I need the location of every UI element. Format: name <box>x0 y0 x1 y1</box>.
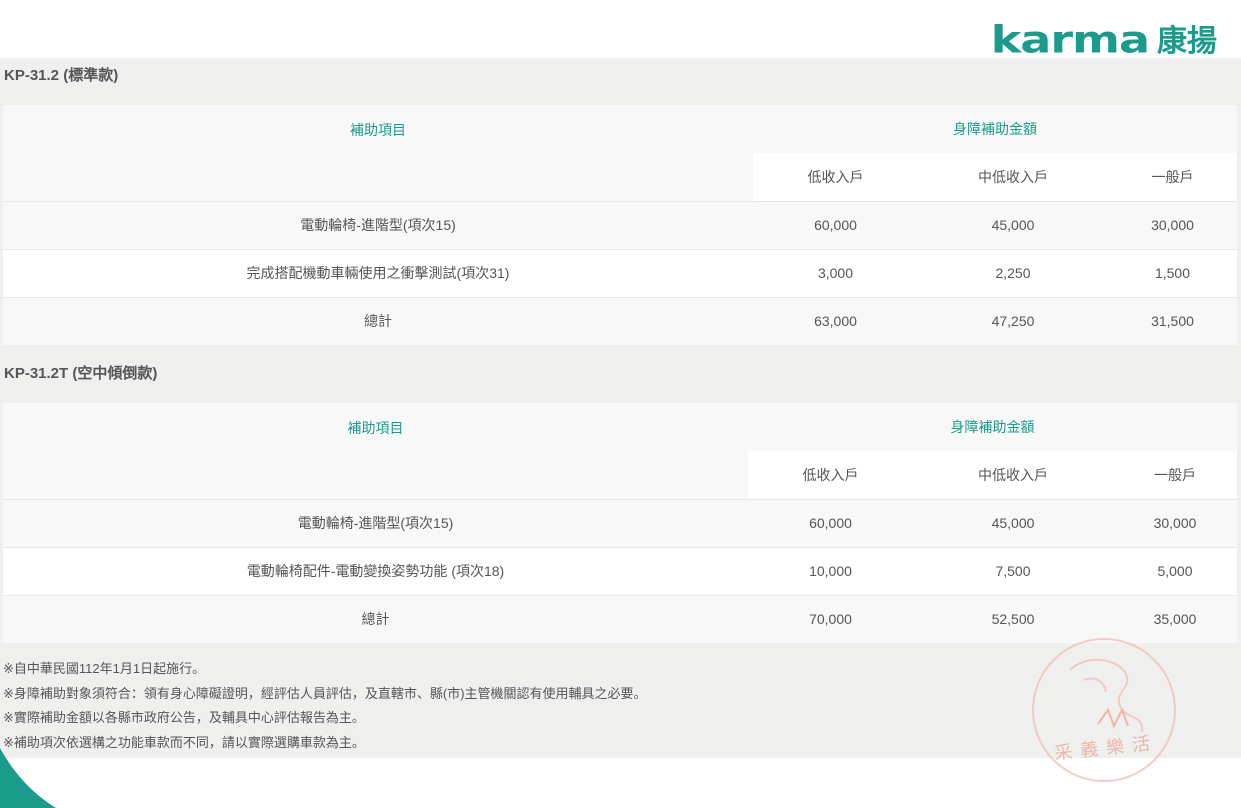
table-row-total: 總計 63,000 47,250 31,500 <box>3 296 1237 345</box>
header-low-income: 低收入戶 <box>748 451 913 500</box>
corner-decoration-icon <box>0 748 56 808</box>
section-title: KP-31.2 (標準款) <box>4 67 119 84</box>
table-header-row: 補助項目 身障補助金額 <box>3 105 1237 201</box>
cell-item: 電動輪椅配件-電動變換姿勢功能 (項次18) <box>3 546 748 595</box>
cell-general: 35,000 <box>1113 594 1237 643</box>
brand-logo-latin: karma <box>990 17 1150 62</box>
header-amount: 身障補助金額 <box>753 105 1237 153</box>
table-row: 電動輪椅配件-電動變換姿勢功能 (項次18) 10,000 7,500 5,00… <box>3 546 1237 595</box>
cell-low: 10,000 <box>748 546 913 595</box>
cell-mid: 45,000 <box>918 200 1108 249</box>
cell-general: 31,500 <box>1108 296 1237 345</box>
cell-item: 電動輪椅-進階型(項次15) <box>3 498 748 547</box>
cell-mid: 47,250 <box>918 296 1108 345</box>
cell-item: 總計 <box>3 296 753 345</box>
cell-mid: 52,500 <box>913 594 1113 643</box>
brand-logo[interactable]: karma 康揚 <box>991 12 1217 58</box>
table-row-total: 總計 70,000 52,500 35,000 <box>3 594 1237 643</box>
cell-item: 完成搭配機動車輛使用之衝擊測試(項次31) <box>3 248 753 297</box>
top-bar: karma 康揚 <box>0 0 1241 58</box>
table-row: 完成搭配機動車輛使用之衝擊測試(項次31) 3,000 2,250 1,500 <box>3 248 1237 297</box>
header-general: 一般戶 <box>1108 153 1237 202</box>
cell-mid: 7,500 <box>913 546 1113 595</box>
footnote: ※自中華民國112年1月1日起施行。 <box>3 661 206 676</box>
footnotes: ※自中華民國112年1月1日起施行。 ※身障補助對象須符合：領有身心障礙證明，經… <box>3 657 647 755</box>
section-title: KP-31.2T (空中傾倒款) <box>4 365 158 382</box>
footnote: ※補助項次依選構之功能車款而不同，請以實際選購車款為主。 <box>3 734 365 750</box>
seal-icon: 采義樂活 <box>1032 638 1176 782</box>
cell-low: 70,000 <box>748 594 913 643</box>
subsidy-table: 補助項目 身障補助金額 低收入戶 中低收入戶 一般戶 電動輪椅-進階型(項次15… <box>3 105 1237 345</box>
cell-low: 3,000 <box>753 248 918 297</box>
header-amount: 身障補助金額 <box>748 403 1237 451</box>
table-row: 電動輪椅-進階型(項次15) 60,000 45,000 30,000 <box>3 498 1237 547</box>
brand-logo-cjk: 康揚 <box>1157 24 1217 59</box>
cell-low: 63,000 <box>753 296 918 345</box>
cell-low: 60,000 <box>748 498 913 547</box>
cell-mid: 2,250 <box>918 248 1108 297</box>
footnote: ※實際補助金額以各縣市政府公告，及輔具中心評估報告為主。 <box>3 710 365 725</box>
header-mid-low-income: 中低收入戶 <box>913 451 1113 500</box>
cell-general: 1,500 <box>1108 248 1237 297</box>
cell-item: 總計 <box>3 594 748 643</box>
header-general: 一般戶 <box>1113 451 1237 500</box>
table-header-row: 補助項目 身障補助金額 <box>3 403 1237 499</box>
subsidy-table: 補助項目 身障補助金額 低收入戶 中低收入戶 一般戶 電動輪椅-進階型(項次15… <box>3 403 1237 643</box>
cell-general: 5,000 <box>1113 546 1237 595</box>
header-item: 補助項目 <box>3 105 753 201</box>
cell-general: 30,000 <box>1108 200 1237 249</box>
header-item: 補助項目 <box>3 403 748 499</box>
header-mid-low-income: 中低收入戶 <box>918 153 1108 202</box>
cell-item: 電動輪椅-進階型(項次15) <box>3 200 753 249</box>
cell-mid: 45,000 <box>913 498 1113 547</box>
header-low-income: 低收入戶 <box>753 153 918 202</box>
cell-low: 60,000 <box>753 200 918 249</box>
cell-general: 30,000 <box>1113 498 1237 547</box>
table-row: 電動輪椅-進階型(項次15) 60,000 45,000 30,000 <box>3 200 1237 249</box>
footnote: ※身障補助對象須符合：領有身心障礙證明，經評估人員評估，及直轄市、縣(市)主管機… <box>3 685 647 701</box>
